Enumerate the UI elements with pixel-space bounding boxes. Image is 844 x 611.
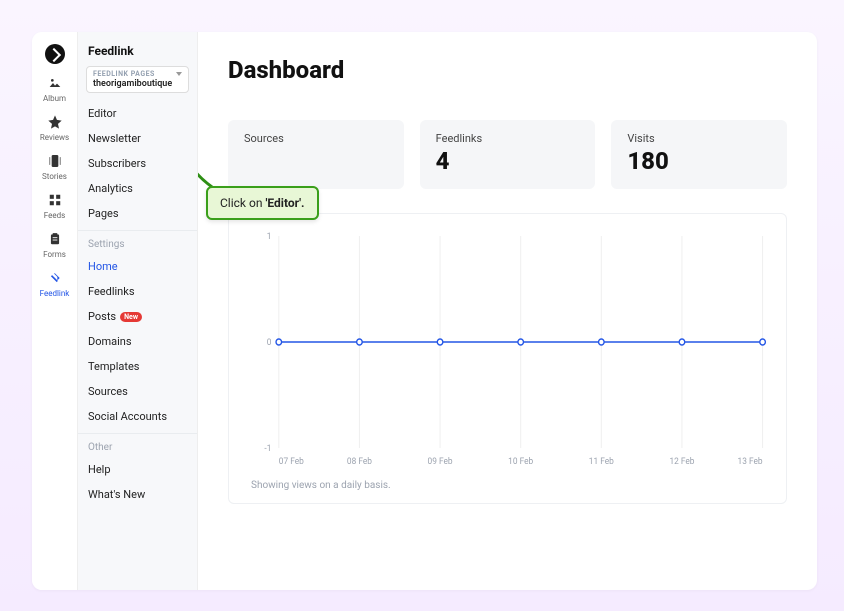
star-icon: [46, 113, 64, 131]
sidebar-item-pages[interactable]: Pages: [78, 201, 197, 226]
page-title: Dashboard: [228, 56, 787, 84]
sidebar-item-help[interactable]: Help: [78, 457, 197, 482]
svg-text:10 Feb: 10 Feb: [508, 457, 533, 467]
rail-item-forms[interactable]: Forms: [32, 224, 78, 263]
rail-label: Forms: [43, 250, 66, 259]
sidebar-item-subscribers[interactable]: Subscribers: [78, 151, 197, 176]
rail-item-feeds[interactable]: Feeds: [32, 185, 78, 224]
sidebar-item-sources[interactable]: Sources: [78, 379, 197, 404]
sidebar-group-other: Other: [78, 433, 197, 457]
sidebar-item-domains[interactable]: Domains: [78, 329, 197, 354]
svg-text:-1: -1: [264, 444, 271, 454]
rail-item-feedlink[interactable]: Feedlink: [32, 263, 78, 302]
svg-text:1: 1: [267, 232, 272, 242]
rail-label: Stories: [42, 172, 67, 181]
sidebar-item-feedlinks[interactable]: Feedlinks: [78, 279, 197, 304]
sidebar-group-settings: Settings: [78, 230, 197, 254]
svg-text:08 Feb: 08 Feb: [347, 457, 372, 467]
main-content: Dashboard Sources Feedlinks 4 Visits 180…: [198, 32, 817, 590]
app-window: Album Reviews Stories Feeds Forms: [32, 32, 817, 590]
svg-text:0: 0: [267, 338, 272, 348]
sidebar-item-newsletter[interactable]: Newsletter: [78, 126, 197, 151]
stories-icon: [46, 152, 64, 170]
svg-text:12 Feb: 12 Feb: [669, 457, 694, 467]
page-selector[interactable]: FEEDLINK PAGES theorigamiboutique: [86, 66, 189, 93]
chart-caption: Showing views on a daily basis.: [251, 480, 770, 491]
svg-text:13 Feb: 13 Feb: [738, 457, 763, 467]
chart-card: 1 0 -1 07 Feb 08 Feb 09 Feb 10 Feb 11 Feb 12 Feb…: [228, 213, 787, 504]
stat-card-feedlinks: Feedlinks 4: [420, 120, 596, 189]
rail-label: Reviews: [40, 133, 69, 142]
sidebar-item-label: Posts: [88, 310, 116, 323]
line-chart: 1 0 -1 07 Feb 08 Feb 09 Feb 10 Feb 11 Feb 12 Feb…: [251, 230, 770, 470]
stat-value: 180: [627, 147, 771, 175]
sidebar-item-posts[interactable]: Posts New: [78, 304, 197, 329]
tooltip-prefix: Click on: [220, 196, 265, 210]
sidebar-item-whats-new[interactable]: What's New: [78, 482, 197, 507]
selector-value: theorigamiboutique: [93, 79, 182, 89]
icon-rail: Album Reviews Stories Feeds Forms: [32, 32, 78, 590]
stat-value: 4: [436, 147, 580, 175]
sidebar-title: Feedlink: [78, 40, 197, 66]
stats-row: Sources Feedlinks 4 Visits 180: [228, 120, 787, 189]
app-logo[interactable]: [32, 38, 78, 68]
sidebar: Feedlink FEEDLINK PAGES theorigamiboutiq…: [78, 32, 198, 590]
svg-text:11 Feb: 11 Feb: [589, 457, 614, 467]
svg-text:07 Feb: 07 Feb: [279, 457, 304, 467]
stat-card-sources: Sources: [228, 120, 404, 189]
stat-label: Visits: [627, 132, 771, 145]
tooltip-target: 'Editor'.: [265, 196, 304, 210]
grid-icon: [46, 191, 64, 209]
logo-icon: [45, 44, 65, 64]
rail-item-stories[interactable]: Stories: [32, 146, 78, 185]
rail-item-album[interactable]: Album: [32, 68, 78, 107]
sidebar-item-social-accounts[interactable]: Social Accounts: [78, 404, 197, 429]
rail-item-reviews[interactable]: Reviews: [32, 107, 78, 146]
sidebar-item-editor[interactable]: Editor: [78, 101, 197, 126]
svg-text:09 Feb: 09 Feb: [428, 457, 453, 467]
new-badge: New: [120, 312, 142, 322]
chevron-down-icon: [176, 72, 182, 76]
selector-label: FEEDLINK PAGES: [93, 70, 182, 78]
sidebar-item-analytics[interactable]: Analytics: [78, 176, 197, 201]
rail-label: Album: [43, 94, 66, 103]
stat-card-visits: Visits 180: [611, 120, 787, 189]
rail-label: Feeds: [44, 211, 65, 220]
feedlink-icon: [46, 269, 64, 287]
stat-label: Feedlinks: [436, 132, 580, 145]
rail-label: Feedlink: [40, 289, 70, 298]
picture-icon: [46, 74, 64, 92]
clipboard-icon: [46, 230, 64, 248]
sidebar-item-templates[interactable]: Templates: [78, 354, 197, 379]
instruction-tooltip: Click on 'Editor'.: [206, 186, 319, 220]
stat-label: Sources: [244, 132, 388, 145]
sidebar-item-home[interactable]: Home: [78, 254, 197, 279]
